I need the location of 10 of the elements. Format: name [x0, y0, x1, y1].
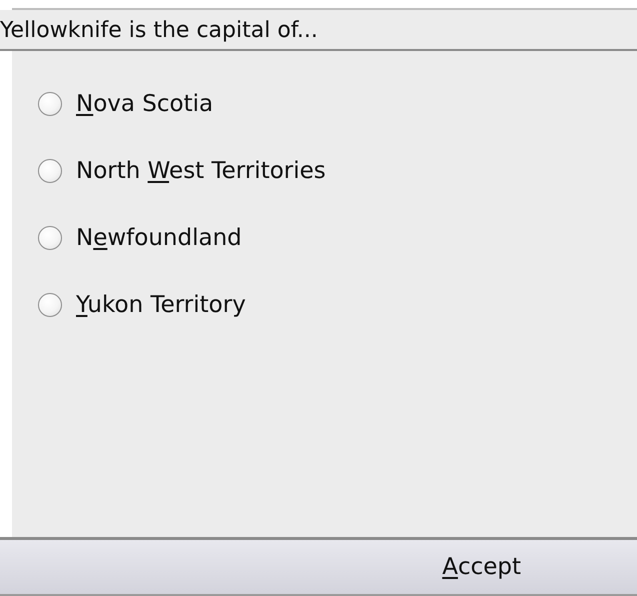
option-label: Nova Scotia: [76, 91, 214, 117]
option-label: North West Territories: [76, 158, 326, 184]
option-label: Yukon Territory: [76, 292, 246, 318]
radio-button[interactable]: [38, 92, 62, 116]
radio-button[interactable]: [38, 159, 62, 183]
option-label: Newfoundland: [76, 225, 242, 251]
question-text: Yellowknife is the capital of...: [0, 17, 318, 45]
accept-button[interactable]: Accept: [0, 540, 637, 596]
radio-button[interactable]: [38, 293, 62, 317]
radio-button[interactable]: [38, 226, 62, 250]
